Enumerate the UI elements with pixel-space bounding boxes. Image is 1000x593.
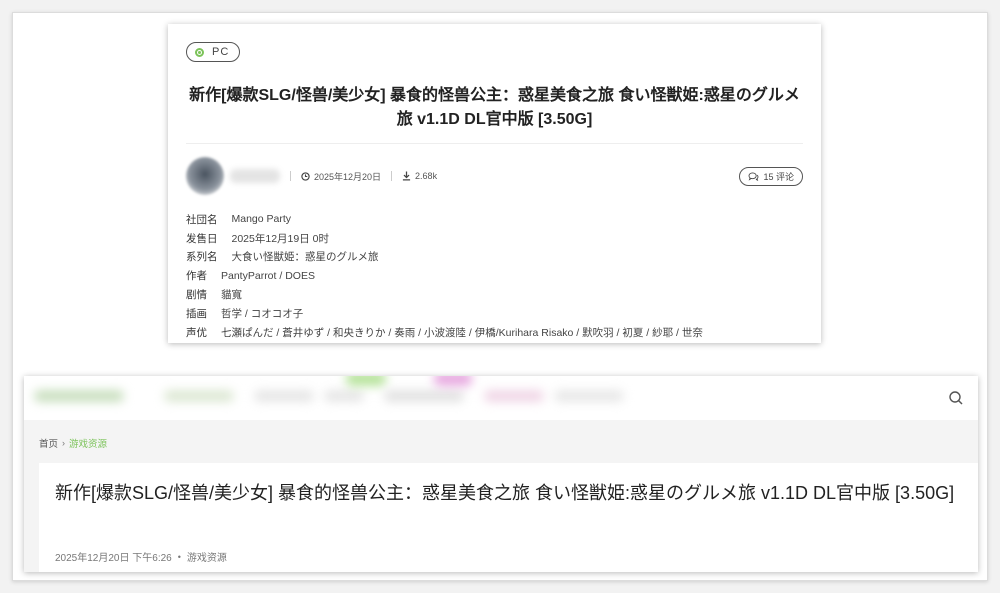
game-info-list: 社団名 Mango Party 发售日 2025年12月19日 0时 系列名 大食い怪… (186, 210, 703, 342)
info-row: 插画 哲学 / コオコオ子 (186, 304, 703, 323)
platform-dot-icon (195, 47, 204, 57)
info-key: 插画 (186, 307, 207, 320)
post-title[interactable]: 新作[爆款SLG/怪兽/美少女] 暴食的怪兽公主：惑星美食之旅 食い怪獣姫:惑星… (168, 84, 821, 132)
nav-item-blurred[interactable] (324, 390, 364, 402)
nav-item-blurred[interactable] (164, 390, 234, 402)
article-header: 新作[爆款SLG/怪兽/美少女] 暴食的怪兽公主：惑星美食之旅 食い怪獣姫:惑星… (39, 463, 978, 572)
info-value: 哲学 / コオコオ子 (221, 307, 304, 320)
site-nav-bar (24, 376, 978, 420)
nav-item-blurred[interactable] (484, 390, 544, 402)
info-key: 社団名 (186, 213, 218, 226)
info-row: 社団名 Mango Party (186, 210, 703, 229)
bullet-separator: • (177, 551, 181, 562)
article-page-card: 首页 › 游戏资源 新作[爆款SLG/怪兽/美少女] 暴食的怪兽公主：惑星美食之… (24, 376, 978, 572)
info-value: 七瀬ぱんだ / 蒼井ゆず / 和央きりか / 奏雨 / 小波渡陸 / 伊橋/Ku… (221, 326, 703, 339)
post-meta: 2025年12月20日 2.68k 15 评论 (186, 156, 803, 196)
post-date: 2025年12月20日 (301, 170, 381, 183)
info-row: 发售日 2025年12月19日 0时 (186, 229, 703, 248)
info-row: 系列名 大食い怪獣姫：惑星のグルメ旅 (186, 248, 703, 267)
info-key: 发售日 (186, 232, 218, 245)
info-value: Mango Party (231, 213, 292, 226)
info-key: 剧情 (186, 289, 207, 302)
info-row: 剧情 貓寬 (186, 285, 703, 304)
download-count: 2.68k (402, 171, 437, 181)
breadcrumb: 首页 › 游戏资源 (39, 436, 107, 450)
info-key: 系列名 (186, 251, 218, 264)
download-count-text: 2.68k (415, 171, 438, 181)
chevron-right-icon: › (62, 438, 66, 448)
info-row: 声优 七瀬ぱんだ / 蒼井ゆず / 和央きりか / 奏雨 / 小波渡陸 / 伊橋/… (186, 323, 703, 342)
divider (186, 143, 803, 144)
author-name-blurred[interactable] (230, 169, 280, 183)
nav-item-blurred[interactable] (554, 390, 624, 402)
divider (391, 171, 393, 181)
logo-blurred[interactable] (34, 390, 124, 402)
nav-item-blurred[interactable] (384, 390, 464, 402)
platform-tag-label: PC (212, 46, 230, 58)
breadcrumb-home[interactable]: 首页 (39, 436, 58, 450)
info-value: 2025年12月19日 0时 (231, 232, 329, 245)
avatar[interactable] (186, 157, 224, 195)
search-icon[interactable] (948, 390, 964, 406)
breadcrumb-current[interactable]: 游戏资源 (69, 436, 107, 450)
article-date: 2025年12月20日 下午6:26 (55, 553, 172, 564)
platform-tag[interactable]: PC (186, 42, 241, 62)
nav-highlight-blurred[interactable] (434, 376, 472, 386)
info-row: 作者 PantyParrot / DOES (186, 266, 703, 285)
article-category[interactable]: 游戏资源 (187, 549, 227, 564)
clock-icon (301, 171, 310, 181)
nav-highlight-blurred[interactable] (346, 376, 386, 386)
post-date-text: 2025年12月20日 (314, 171, 382, 182)
info-key: 作者 (186, 270, 207, 283)
info-value: 大食い怪獣姫：惑星のグルメ旅 (231, 251, 379, 264)
article-meta: 2025年12月20日 下午6:26 • 游戏资源 (55, 549, 227, 565)
comments-label: 15 评论 (763, 171, 794, 182)
info-value: 貓寬 (221, 289, 242, 302)
divider (290, 171, 291, 181)
comment-icon (749, 171, 759, 181)
download-icon (402, 171, 411, 181)
post-summary-card: PC 新作[爆款SLG/怪兽/美少女] 暴食的怪兽公主：惑星美食之旅 食い怪獣姫… (168, 24, 821, 343)
info-key: 声优 (186, 326, 207, 339)
article-title: 新作[爆款SLG/怪兽/美少女] 暴食的怪兽公主：惑星美食之旅 食い怪獣姫:惑星… (55, 483, 955, 503)
nav-item-blurred[interactable] (254, 390, 314, 402)
info-value: PantyParrot / DOES (221, 269, 315, 282)
comments-button[interactable]: 15 评论 (739, 166, 803, 186)
